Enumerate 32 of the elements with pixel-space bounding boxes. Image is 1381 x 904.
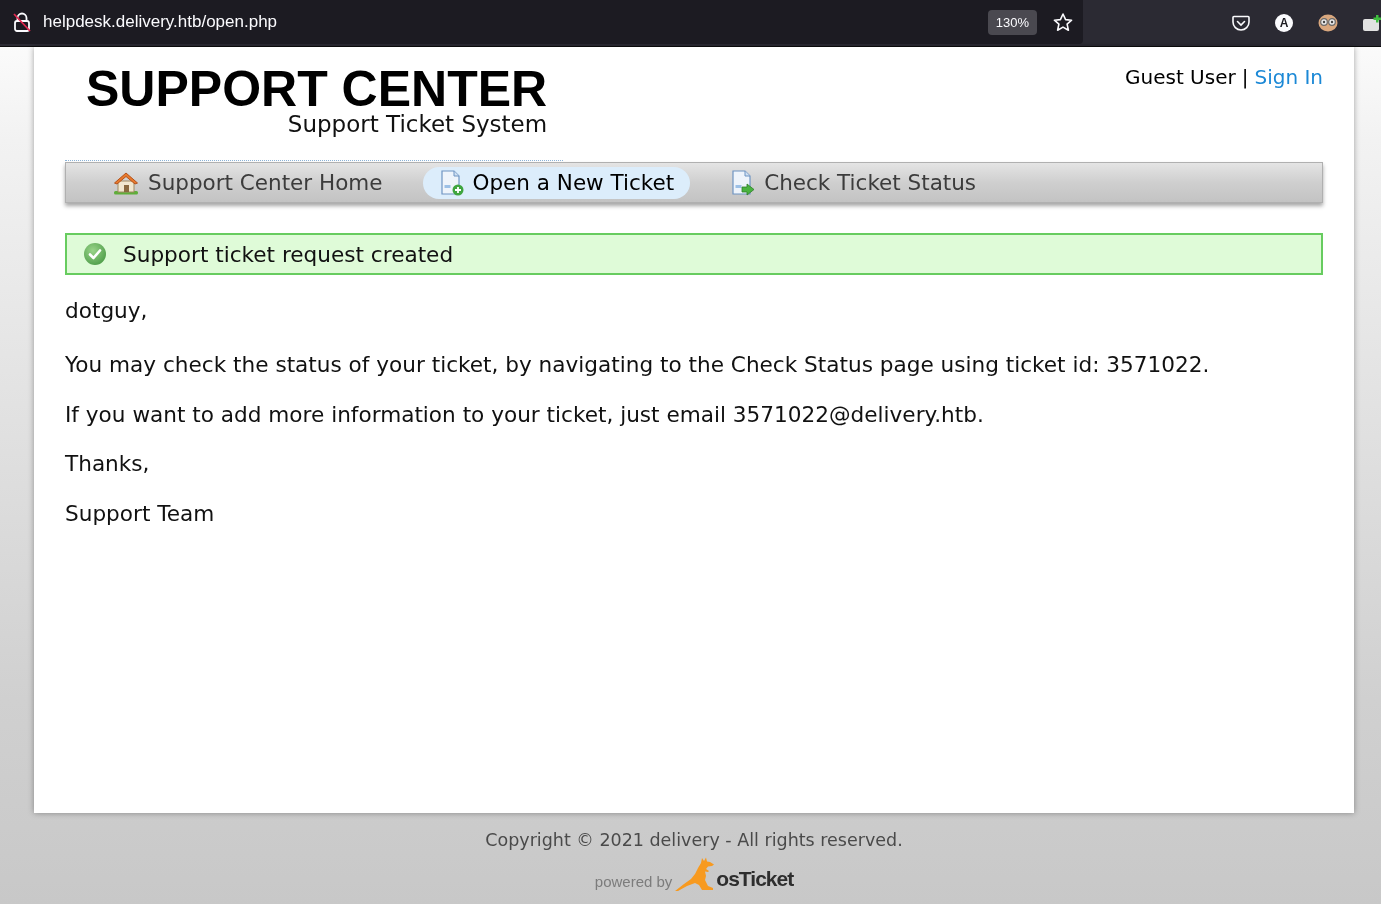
address-bar[interactable]: helpdesk.delivery.htb/open.php 130%	[0, 0, 1083, 44]
insecure-lock-icon[interactable]	[13, 12, 31, 32]
site-subtitle: Support Ticket System	[287, 111, 548, 137]
alert-text: Support ticket request created	[123, 241, 454, 267]
account-button[interactable]: A	[1275, 14, 1293, 32]
kangaroo-icon	[675, 857, 716, 891]
sign-in-link[interactable]: Sign In	[1254, 65, 1323, 89]
powered-by-logo[interactable]: powered by osTicket	[594, 857, 794, 891]
guest-user-label: Guest User	[1125, 65, 1236, 89]
nav-link[interactable]: Support Center Home	[96, 166, 399, 199]
house-icon	[113, 170, 139, 195]
powered-by-text: powered by	[594, 873, 673, 890]
message-paragraph: Thanks,	[65, 451, 151, 477]
star-icon[interactable]	[1053, 12, 1073, 32]
check-circle-icon	[83, 242, 107, 266]
zoom-level-button[interactable]: 130%	[987, 9, 1037, 35]
url-text: helpdesk.delivery.htb/open.php	[43, 12, 279, 32]
document-arrow-icon	[731, 169, 756, 196]
pocket-icon[interactable]	[1232, 14, 1250, 32]
nav-link[interactable]: Check Ticket Status	[714, 166, 993, 199]
mask-icon[interactable]	[1318, 14, 1338, 32]
message-paragraph: You may check the status of your ticket, by navigating to the Check Status page using ticket id: 3571022.	[65, 352, 1211, 378]
site-title: SUPPORT CENTER	[86, 64, 548, 114]
extension-icon[interactable]	[1363, 15, 1381, 31]
separator: |	[1241, 65, 1249, 89]
greeting-text: dotguy,	[65, 298, 149, 324]
message-paragraph: Support Team	[65, 500, 216, 527]
nav-link[interactable]: Open a New Ticket	[422, 166, 691, 199]
document-plus-icon	[439, 169, 464, 196]
copyright-text: Copyright © 2021 delivery - All rights reserved.	[485, 829, 903, 851]
brand-name: osTicket	[716, 867, 794, 891]
message-paragraph: If you want to add more information to your ticket, just email 3571022@delivery.htb.	[65, 401, 985, 428]
